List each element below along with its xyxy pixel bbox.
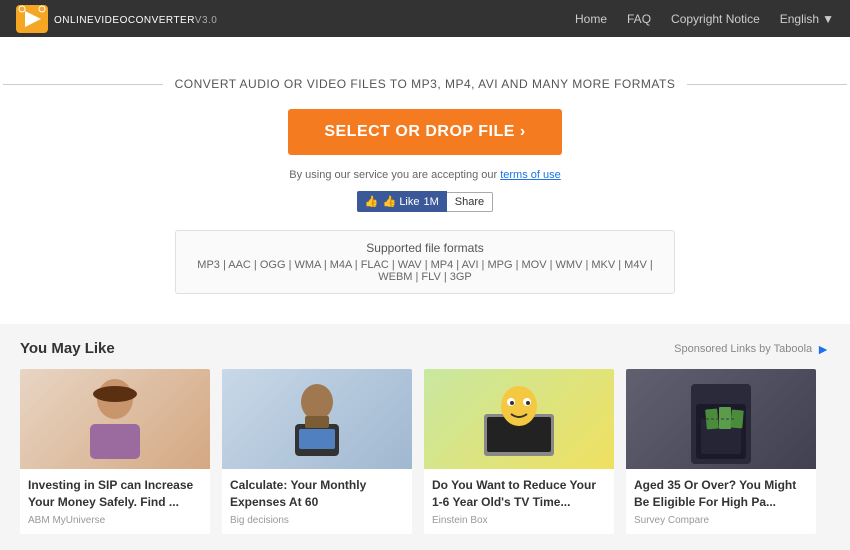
card-3-title: Do You Want to Reduce Your 1-6 Year Old'…	[432, 477, 606, 511]
logo: OnlineVideoConverterv3.0	[16, 5, 217, 33]
card-1-body: Investing in SIP can Increase Your Money…	[20, 469, 210, 534]
facebook-like-button[interactable]: 👍 👍 Like 1M	[357, 191, 447, 212]
card-1-image	[20, 369, 210, 469]
card-4-image	[626, 369, 816, 469]
card-2-title: Calculate: Your Monthly Expenses At 60	[230, 477, 404, 511]
terms-link[interactable]: terms of use	[500, 169, 561, 181]
logo-icon	[16, 5, 48, 33]
nav-language[interactable]: English ▼	[780, 12, 834, 26]
header: OnlineVideoConverterv3.0 Home FAQ Copyri…	[0, 0, 850, 37]
card-1-source: ABM MyUniverse	[28, 515, 202, 526]
card-2-body: Calculate: Your Monthly Expenses At 60 B…	[222, 469, 412, 534]
sponsored-label: Sponsored Links by Taboola ►	[674, 341, 830, 357]
nav-copyright[interactable]: Copyright Notice	[671, 12, 760, 26]
card-3-body: Do You Want to Reduce Your 1-6 Year Old'…	[424, 469, 614, 534]
card-4[interactable]: Aged 35 Or Over? You Might Be Eligible F…	[626, 369, 816, 534]
formats-section: Supported file formats MP3 | AAC | OGG |…	[175, 230, 675, 294]
logo-text: OnlineVideoConverterv3.0	[54, 11, 217, 26]
select-file-button[interactable]: SELECT OR DROP FILE ›	[288, 109, 561, 155]
formats-title: Supported file formats	[196, 241, 654, 255]
card-1-title: Investing in SIP can Increase Your Money…	[28, 477, 202, 511]
card-4-source: Survey Compare	[634, 515, 808, 526]
person-2-graphic	[277, 374, 357, 464]
logo-version: v3.0	[195, 15, 218, 26]
card-1[interactable]: Investing in SIP can Increase Your Money…	[20, 369, 210, 534]
thumbs-up-icon: 👍	[365, 195, 379, 208]
facebook-like-container: 👍 👍 Like 1M Share	[357, 191, 493, 212]
nav-faq[interactable]: FAQ	[627, 12, 651, 26]
rec-title: You May Like	[20, 340, 115, 357]
card-3-image	[424, 369, 614, 469]
rec-header: You May Like Sponsored Links by Taboola …	[20, 340, 830, 357]
nav: Home FAQ Copyright Notice English ▼	[575, 12, 834, 26]
divider-left	[3, 84, 163, 85]
card-2-image	[222, 369, 412, 469]
card-2[interactable]: Calculate: Your Monthly Expenses At 60 B…	[222, 369, 412, 534]
recommendations-section: You May Like Sponsored Links by Taboola …	[0, 324, 850, 550]
taboola-icon: ►	[816, 341, 830, 357]
card-4-body: Aged 35 Or Over? You Might Be Eligible F…	[626, 469, 816, 534]
subtitle-line: CONVERT AUDIO OR VIDEO FILES TO MP3, MP4…	[3, 77, 848, 91]
card-4-title: Aged 35 Or Over? You Might Be Eligible F…	[634, 477, 808, 511]
card-2-source: Big decisions	[230, 515, 404, 526]
terms-notice: By using our service you are accepting o…	[289, 169, 560, 181]
nav-home[interactable]: Home	[575, 12, 607, 26]
main-content: CONVERT AUDIO OR VIDEO FILES TO MP3, MP4…	[0, 37, 850, 324]
cards-container: Investing in SIP can Increase Your Money…	[20, 369, 830, 534]
facebook-share-button[interactable]: Share	[447, 192, 493, 212]
money-graphic	[681, 374, 761, 464]
card-3[interactable]: Do You Want to Reduce Your 1-6 Year Old'…	[424, 369, 614, 534]
person-1-graphic	[75, 374, 155, 464]
subtitle-text: CONVERT AUDIO OR VIDEO FILES TO MP3, MP4…	[175, 77, 676, 91]
divider-right	[687, 84, 847, 85]
cartoon-graphic	[479, 374, 559, 464]
formats-list: MP3 | AAC | OGG | WMA | M4A | FLAC | WAV…	[196, 259, 654, 283]
card-3-source: Einstein Box	[432, 515, 606, 526]
chevron-down-icon: ▼	[822, 12, 834, 26]
